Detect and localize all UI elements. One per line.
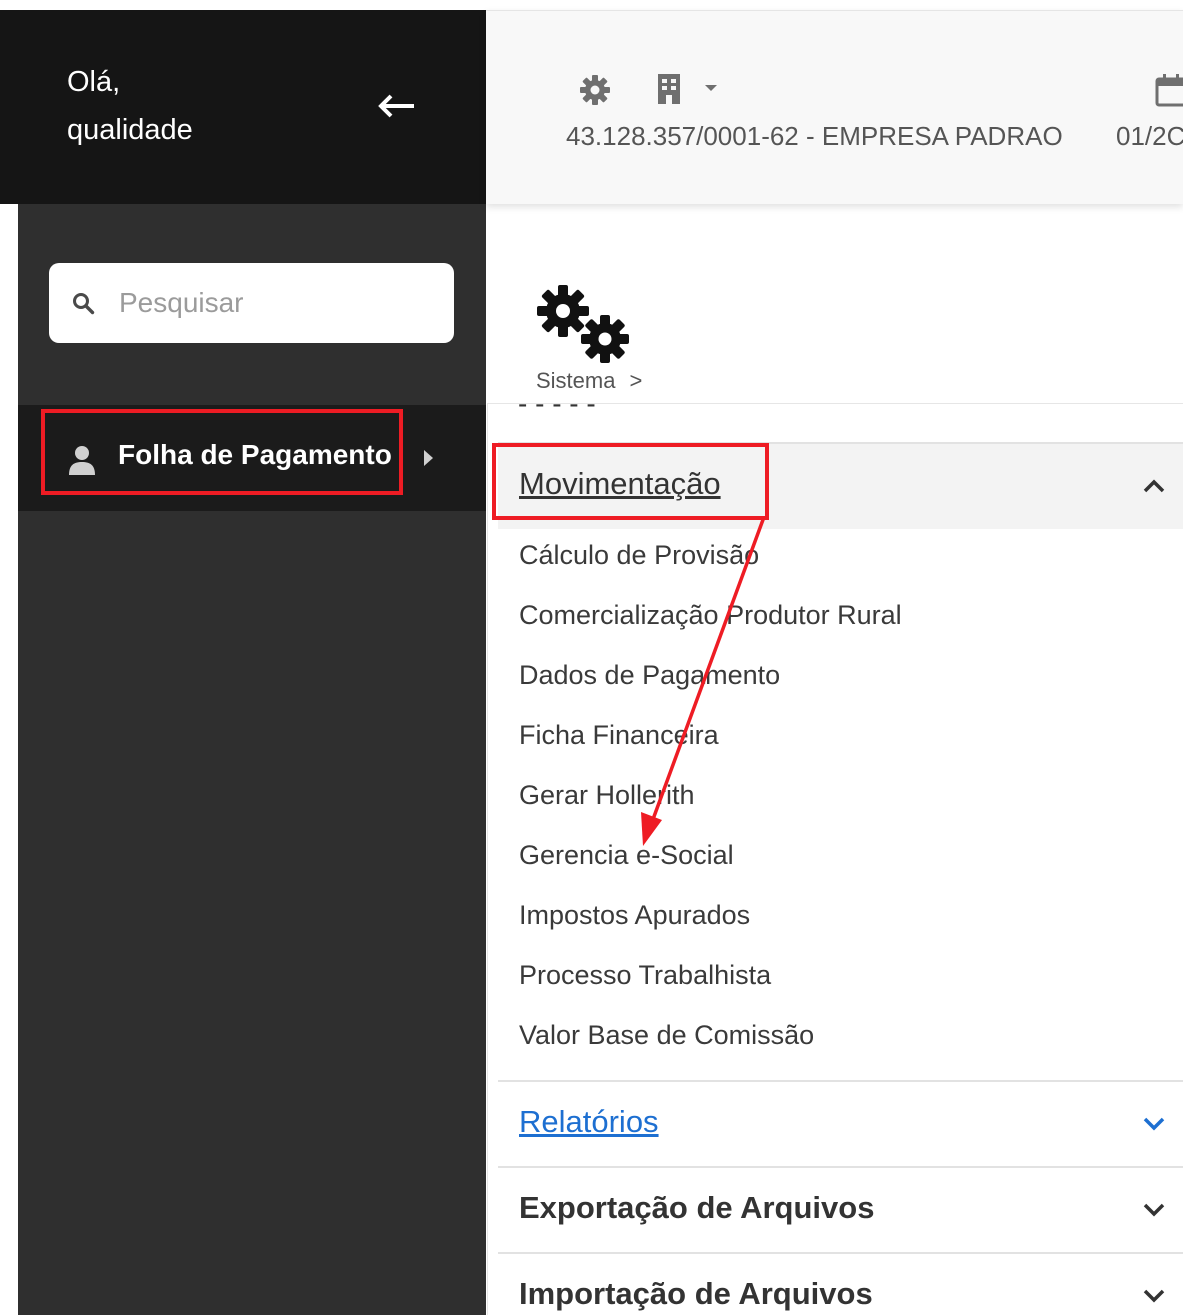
menu-item-calculo-de-provisao[interactable]: Cálculo de Provisão [519, 540, 759, 571]
menu-item-impostos-apurados[interactable]: Impostos Apurados [519, 900, 750, 931]
menu-item-valor-base-de-comissao[interactable]: Valor Base de Comissão [519, 1020, 814, 1051]
chevron-down-icon [1143, 1117, 1165, 1131]
section-exportacao-header[interactable]: Exportação de Arquivos [498, 1168, 1183, 1253]
menu-item-processo-trabalhista[interactable]: Processo Trabalhista [519, 960, 771, 991]
chevron-up-icon [1143, 479, 1165, 493]
search-input[interactable] [119, 279, 439, 327]
chevron-down-icon [1143, 1289, 1165, 1303]
section-title: Relatórios [519, 1104, 659, 1139]
search-icon [73, 293, 95, 315]
section-title: Importação de Arquivos [519, 1276, 873, 1311]
menu-item-comercializacao-produtor-rural[interactable]: Comercialização Produtor Rural [519, 600, 902, 631]
annotation-highlight-box [492, 443, 769, 520]
greeting-hello: Olá, [67, 66, 121, 98]
sidebar-nav-background [18, 204, 486, 1315]
back-arrow-icon[interactable] [376, 88, 418, 124]
search-box [49, 263, 454, 343]
calendar-icon[interactable] [1154, 73, 1183, 107]
cut-off-item: - - - - - [518, 388, 596, 419]
gear-icon[interactable] [578, 73, 612, 107]
annotation-highlight-box [41, 409, 403, 495]
menu-item-ficha-financeira[interactable]: Ficha Financeira [519, 720, 719, 751]
caret-right-icon [424, 450, 433, 466]
chevron-down-icon[interactable] [704, 84, 718, 92]
menu-item-gerencia-e-social[interactable]: Gerencia e-Social [519, 840, 734, 871]
period-selector[interactable]: 01/2C [1116, 121, 1183, 152]
breadcrumb-separator: > [629, 368, 643, 393]
section-importacao-header[interactable]: Importação de Arquivos [498, 1254, 1183, 1315]
top-header: 43.128.357/0001-62 - EMPRESA PADRAO 01/2… [486, 10, 1183, 204]
section-title: Exportação de Arquivos [519, 1190, 875, 1225]
sidebar: Olá, qualidade Folha de Pagamento [0, 0, 486, 1315]
section-relatorios-header[interactable]: Relatórios [498, 1082, 1183, 1167]
building-icon[interactable] [656, 72, 682, 106]
greeting-username: qualidade [67, 114, 193, 146]
menu-item-dados-de-pagamento[interactable]: Dados de Pagamento [519, 660, 780, 691]
chevron-down-icon [1143, 1203, 1165, 1217]
menu-item-gerar-hollerith[interactable]: Gerar Hollerith [519, 780, 695, 811]
module-menu-panel: - - - - - Movimentação Cálculo de Provis… [487, 388, 1183, 1315]
company-selector[interactable]: 43.128.357/0001-62 - EMPRESA PADRAO [566, 121, 1063, 152]
greeting: Olá, qualidade [67, 58, 193, 154]
gears-icon [537, 285, 629, 363]
